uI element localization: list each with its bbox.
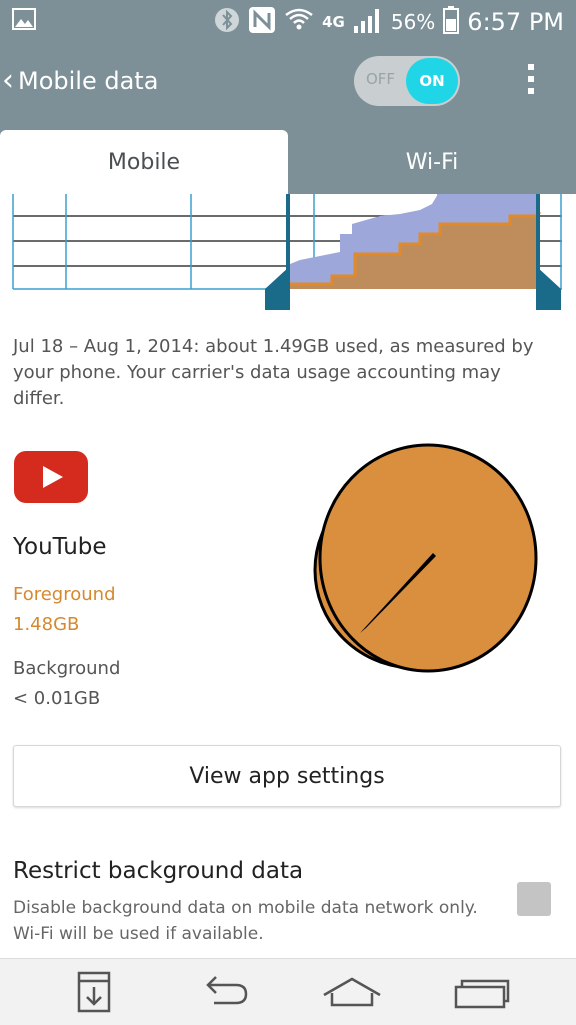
notification-save-icon[interactable] bbox=[74, 967, 114, 1017]
clock: 6:57 PM bbox=[467, 8, 564, 36]
wifi-icon bbox=[284, 6, 314, 38]
usage-chart bbox=[0, 194, 576, 314]
view-app-settings-button[interactable]: View app settings bbox=[13, 745, 561, 807]
battery-percent: 56% bbox=[390, 10, 436, 34]
chart-range-end-handle bbox=[536, 194, 561, 310]
home-icon[interactable] bbox=[320, 967, 384, 1017]
foreground-label: Foreground bbox=[13, 584, 116, 605]
mobile-data-toggle[interactable]: OFF ON bbox=[354, 56, 460, 106]
restrict-background-description: Disable background data on mobile data n… bbox=[13, 898, 478, 944]
navigation-bar bbox=[0, 958, 576, 1025]
recent-apps-icon[interactable] bbox=[452, 967, 512, 1017]
image-notification-icon bbox=[12, 8, 36, 34]
page-title: Mobile data bbox=[18, 67, 159, 95]
battery-icon bbox=[443, 6, 460, 38]
overflow-menu-icon[interactable] bbox=[520, 60, 542, 104]
app-name: YouTube bbox=[13, 534, 107, 560]
youtube-icon bbox=[13, 450, 89, 504]
background-value: < 0.01GB bbox=[13, 688, 101, 709]
network-4g-label: 4G bbox=[322, 13, 345, 31]
toggle-off-label: OFF bbox=[366, 70, 396, 88]
nfc-icon bbox=[248, 6, 276, 38]
up-navigation-button[interactable]: ‹ Mobile data bbox=[0, 44, 158, 118]
restrict-background-checkbox[interactable] bbox=[517, 882, 551, 916]
tab-bar: Mobile Wi-Fi bbox=[0, 118, 576, 194]
chart-range-start-handle bbox=[265, 194, 290, 310]
tab-wifi[interactable]: Wi-Fi bbox=[288, 130, 576, 194]
chevron-left-icon: ‹ bbox=[2, 63, 14, 98]
usage-pie-chart bbox=[300, 430, 550, 680]
foreground-value: 1.48GB bbox=[13, 614, 80, 635]
toggle-on-knob: ON bbox=[406, 58, 458, 104]
usage-summary: Jul 18 – Aug 1, 2014: about 1.49GB used,… bbox=[13, 336, 534, 409]
restrict-background-title: Restrict background data bbox=[13, 858, 304, 884]
background-label: Background bbox=[13, 658, 121, 679]
status-bar: 4G 56% 6:57 PM bbox=[0, 0, 576, 44]
pie-face bbox=[318, 443, 538, 673]
back-icon[interactable] bbox=[192, 967, 254, 1017]
action-bar: ‹ Mobile data OFF ON bbox=[0, 44, 576, 118]
tab-mobile[interactable]: Mobile bbox=[0, 130, 288, 194]
signal-icon bbox=[353, 6, 383, 38]
bluetooth-icon bbox=[214, 7, 240, 37]
